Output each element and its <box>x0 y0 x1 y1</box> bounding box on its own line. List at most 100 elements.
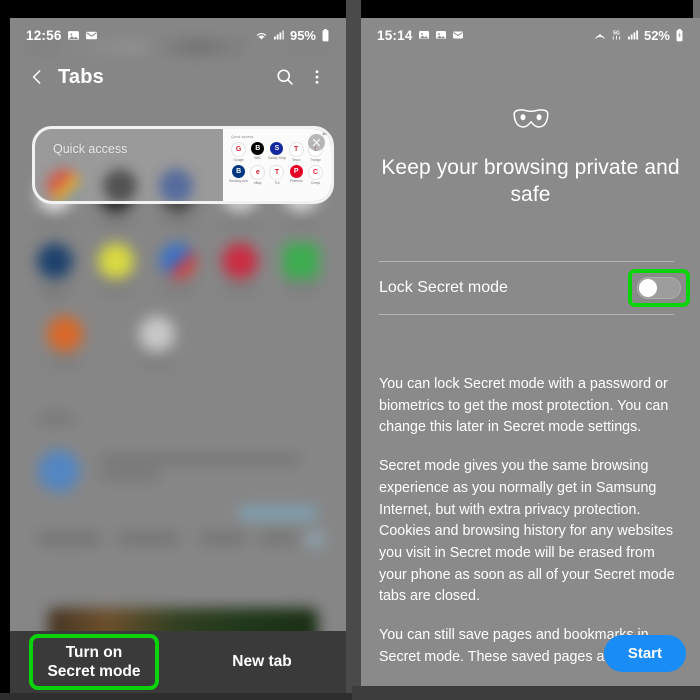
quick-access-app[interactable]: C Currys <box>306 165 325 185</box>
battery-charging-icon <box>675 28 684 42</box>
app-label: TUI <box>274 180 280 185</box>
battery-percent: 95% <box>289 27 316 43</box>
app-label: Galaxy Shop <box>267 155 287 160</box>
more-vertical-icon[interactable] <box>304 64 330 90</box>
app-icon: T <box>288 142 304 157</box>
blurred-tab-item <box>130 316 184 364</box>
quick-access-app[interactable]: S Galaxy Shop <box>267 142 286 162</box>
blurred-tab-item <box>38 316 92 364</box>
quick-access-app[interactable]: B Booking.com <box>229 165 248 185</box>
blurred-tab-item <box>89 243 143 299</box>
turn-on-secret-mode-label: Turn on Secret mode <box>47 643 141 680</box>
lock-secret-mode-setting: Lock Secret mode <box>379 261 690 315</box>
app-label: BBC <box>254 155 262 160</box>
page-title: Tabs <box>58 65 104 88</box>
quick-access-label: Quick access <box>53 142 128 156</box>
quick-access-app[interactable]: P Pinterest <box>287 165 306 185</box>
blurred-tab-label <box>200 534 246 543</box>
image-icon <box>435 29 447 41</box>
lock-secret-mode-row[interactable]: Lock Secret mode <box>379 262 690 314</box>
left-status-bar: 12:56 95% <box>10 18 346 52</box>
app-label: Trivago <box>310 157 321 162</box>
blurred-tab-label <box>260 534 298 543</box>
tab-count-badge: 2/8 <box>322 131 328 136</box>
close-icon[interactable] <box>308 134 325 151</box>
lock-secret-mode-toggle[interactable] <box>637 277 681 299</box>
right-phone-frame: 15:14 5G 52% Keep your browsing private … <box>361 18 700 686</box>
quick-access-app[interactable]: B BBC <box>248 142 267 162</box>
left-panel-bottom-strip <box>0 693 352 700</box>
app-label: Booking.com <box>229 178 248 183</box>
wifi-icon <box>255 29 268 42</box>
quick-access-app[interactable]: G Google <box>229 142 248 162</box>
app-icon: C <box>307 165 323 181</box>
description-paragraph: You can lock Secret mode with a password… <box>379 376 669 436</box>
status-time: 15:14 <box>377 27 413 43</box>
app-icon: e <box>250 165 266 181</box>
right-panel-top-strip <box>352 0 700 18</box>
app-icon: P <box>289 165 303 179</box>
divider-bottom <box>379 314 674 315</box>
quick-access-app[interactable]: T Tesco <box>287 142 306 162</box>
lock-secret-mode-toggle-highlight <box>628 269 690 307</box>
blurred-tab-item <box>151 243 205 299</box>
screenshot-root: 12:56 95% Tabs Quick access 2/8 Quick ac… <box>0 0 700 700</box>
quick-access-card-inner: Quick access 2/8 Quick access G Google B BB… <box>35 129 331 201</box>
signal-icon <box>627 29 639 41</box>
secret-mask-icon <box>379 106 682 132</box>
start-button[interactable]: Start <box>603 635 686 672</box>
app-label: Tesco <box>292 157 301 162</box>
app-label: Google <box>233 157 244 162</box>
right-status-bar: 15:14 5G 52% <box>361 18 700 52</box>
signal-icon <box>273 29 285 41</box>
blurred-chip <box>238 506 318 520</box>
mail-icon <box>85 29 98 42</box>
blurred-list-text <box>100 471 160 478</box>
right-panel-left-edge <box>352 0 361 700</box>
quick-access-app[interactable]: e eBay <box>248 165 267 185</box>
toggle-knob <box>639 279 657 297</box>
5g-icon: 5G <box>611 29 622 41</box>
app-icon: B <box>232 165 246 179</box>
blurred-tab-label <box>38 534 100 544</box>
lock-secret-mode-label: Lock Secret mode <box>379 279 508 296</box>
blurred-tab-label <box>118 534 180 543</box>
tabs-header: Tabs <box>10 56 346 98</box>
app-icon: S <box>270 142 284 155</box>
blurred-tab-item <box>213 243 267 299</box>
description-paragraph: Secret mode gives you the same browsing … <box>379 458 675 605</box>
left-phone-frame: 12:56 95% Tabs Quick access 2/8 Quick ac… <box>10 18 346 693</box>
battery-icon <box>321 28 330 42</box>
status-time: 12:56 <box>26 27 62 43</box>
blurred-avatar <box>306 530 324 548</box>
new-tab-label: New tab <box>232 653 292 670</box>
app-label: Currys <box>310 180 321 185</box>
left-phone-panel: 12:56 95% Tabs Quick access 2/8 Quick ac… <box>0 0 352 700</box>
search-icon[interactable] <box>272 64 298 90</box>
blurred-tab-item <box>274 243 328 299</box>
right-phone-panel: 15:14 5G 52% Keep your browsing private … <box>352 0 700 700</box>
blurred-list-text <box>100 456 300 463</box>
app-icon: T <box>269 165 285 181</box>
image-icon <box>67 29 80 42</box>
turn-on-secret-mode-cell: Turn on Secret mode <box>10 631 178 693</box>
app-icon: G <box>231 142 247 157</box>
right-panel-bottom-strip <box>352 686 700 700</box>
secret-mode-heading: Keep your browsing private and safe <box>381 156 680 207</box>
quick-access-app[interactable]: T TUI <box>267 165 286 185</box>
back-chevron-icon[interactable] <box>26 66 48 88</box>
blurred-tab-content <box>10 168 346 670</box>
new-tab-cell[interactable]: New tab <box>178 631 346 693</box>
app-label: Pinterest <box>289 178 303 183</box>
start-button-wrap: Start <box>603 635 686 672</box>
tabs-bottom-bar: Turn on Secret mode New tab <box>10 631 346 693</box>
turn-on-secret-mode-button[interactable]: Turn on Secret mode <box>29 633 159 691</box>
battery-percent: 52% <box>643 27 670 43</box>
app-label: eBay <box>254 180 262 185</box>
mail-icon <box>452 29 464 41</box>
quick-access-card[interactable]: Quick access 2/8 Quick access G Google B BB… <box>32 126 334 204</box>
blurred-tab-item <box>28 243 82 299</box>
image-icon <box>418 29 430 41</box>
blurred-list-icon <box>38 450 80 492</box>
app-icon: B <box>251 142 265 155</box>
